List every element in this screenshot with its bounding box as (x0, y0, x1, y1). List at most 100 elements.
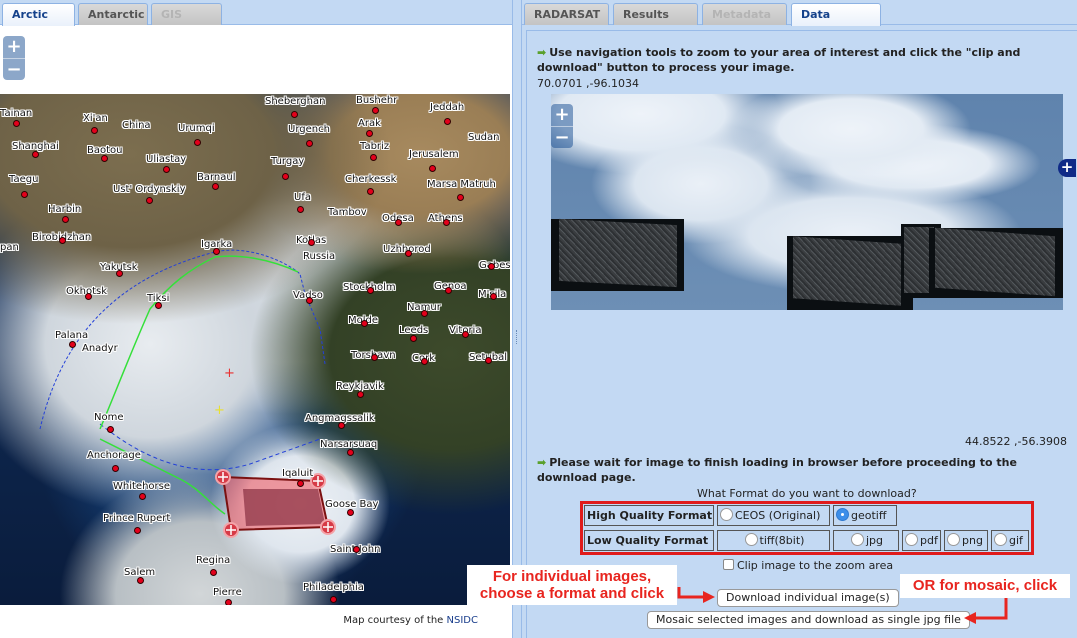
nsidc-link[interactable]: NSIDC (447, 615, 478, 626)
option-gif[interactable]: gif (991, 530, 1029, 551)
city-marker-icon[interactable] (395, 219, 402, 226)
city-marker-icon[interactable] (444, 118, 451, 125)
option-png[interactable]: png (944, 530, 988, 551)
city-marker-icon[interactable] (429, 165, 436, 172)
city-marker-icon[interactable] (421, 358, 428, 365)
panel-splitter[interactable] (512, 0, 522, 638)
option-tiff8bit-label: tiff(8bit) (759, 534, 805, 547)
zoom-in-button[interactable]: + (3, 36, 25, 58)
city-marker-icon[interactable] (13, 120, 20, 127)
city-marker-icon[interactable] (297, 480, 304, 487)
city-marker-icon[interactable] (155, 302, 162, 309)
city-marker-icon[interactable] (101, 155, 108, 162)
download-individual-button[interactable]: Download individual image(s) (717, 589, 899, 607)
radio-geotiff[interactable] (836, 508, 849, 521)
expand-layer-switcher-icon[interactable]: + (1058, 159, 1076, 177)
city-marker-icon[interactable] (488, 263, 495, 270)
city-marker-icon[interactable] (134, 527, 141, 534)
city-marker-icon[interactable] (308, 239, 315, 246)
city-marker-icon[interactable] (306, 297, 313, 304)
city-marker-icon[interactable] (353, 546, 360, 553)
city-marker-icon[interactable] (21, 191, 28, 198)
city-marker-icon[interactable] (210, 569, 217, 576)
city-marker-icon[interactable] (212, 183, 219, 190)
city-marker-icon[interactable] (443, 219, 450, 226)
city-marker-icon[interactable] (357, 391, 364, 398)
sar-image-tile[interactable] (929, 227, 1063, 298)
city-marker-icon[interactable] (347, 449, 354, 456)
splitter-grip-icon[interactable] (516, 330, 518, 344)
city-marker-icon[interactable] (462, 331, 469, 338)
polygon-vertex-handle (223, 522, 239, 538)
city-marker-icon[interactable] (59, 237, 66, 244)
city-marker-icon[interactable] (62, 216, 69, 223)
tab-radarsat[interactable]: RADARSAT (524, 3, 609, 25)
city-marker-icon[interactable] (213, 248, 220, 255)
map-zoom-control: + − (3, 36, 25, 80)
zoom-out-button[interactable]: − (3, 58, 25, 80)
city-marker-icon[interactable] (297, 206, 304, 213)
city-marker-icon[interactable] (291, 111, 298, 118)
city-marker-icon[interactable] (338, 422, 345, 429)
option-jpg[interactable]: jpg (833, 530, 899, 551)
city-marker-icon[interactable] (137, 577, 144, 584)
city-label: Iqaluit (282, 468, 314, 479)
radio-jpg[interactable] (850, 533, 864, 546)
clip-option[interactable]: Clip image to the zoom area (723, 559, 893, 572)
city-marker-icon[interactable] (69, 341, 76, 348)
city-marker-icon[interactable] (163, 166, 170, 173)
clip-checkbox[interactable] (723, 559, 734, 570)
city-marker-icon[interactable] (139, 493, 146, 500)
city-marker-icon[interactable] (405, 250, 412, 257)
city-marker-icon[interactable] (366, 130, 373, 137)
option-tiff8bit[interactable]: tiff(8bit) (717, 530, 830, 551)
option-geotiff[interactable]: geotiff (833, 505, 897, 526)
city-marker-icon[interactable] (112, 465, 119, 472)
sar-image-tile[interactable] (787, 236, 913, 310)
tab-results[interactable]: Results (613, 3, 698, 25)
high-quality-label: High Quality Format (584, 505, 714, 526)
format-question: What Format do you want to download? (697, 487, 917, 500)
city-marker-icon[interactable] (361, 320, 368, 327)
city-marker-icon[interactable] (85, 293, 92, 300)
city-marker-icon[interactable] (282, 173, 289, 180)
city-marker-icon[interactable] (372, 107, 379, 114)
sar-image-tile[interactable] (551, 218, 684, 291)
preview-zoom-out-button[interactable]: − (551, 126, 573, 148)
city-marker-icon[interactable] (306, 140, 313, 147)
option-pdf[interactable]: pdf (902, 530, 941, 551)
tab-data[interactable]: Data (791, 3, 881, 26)
radio-ceos[interactable] (720, 508, 733, 521)
city-marker-icon[interactable] (116, 270, 123, 277)
city-marker-icon[interactable] (146, 197, 153, 204)
city-marker-icon[interactable] (367, 188, 374, 195)
city-marker-icon[interactable] (32, 151, 39, 158)
city-marker-icon[interactable] (107, 426, 114, 433)
radio-gif[interactable] (994, 533, 1007, 546)
radio-tiff8bit[interactable] (744, 533, 758, 546)
radio-pdf[interactable] (905, 533, 918, 546)
option-ceos[interactable]: CEOS (Original) (717, 505, 830, 526)
city-marker-icon[interactable] (91, 127, 98, 134)
city-marker-icon[interactable] (410, 335, 417, 342)
city-marker-icon[interactable] (457, 194, 464, 201)
city-marker-icon[interactable] (445, 287, 452, 294)
tab-arctic[interactable]: Arctic (2, 3, 75, 26)
city-marker-icon[interactable] (367, 287, 374, 294)
arctic-map[interactable]: + + Tainan Xi'an China Urumqi Shanghai Baotou… (0, 94, 510, 605)
preview-zoom-in-button[interactable]: + (551, 104, 573, 126)
tab-antarctic[interactable]: Antarctic (78, 3, 148, 25)
city-marker-icon[interactable] (194, 139, 201, 146)
mosaic-download-button[interactable]: Mosaic selected images and download as s… (647, 611, 970, 629)
city-marker-icon[interactable] (371, 354, 378, 361)
city-marker-icon[interactable] (370, 154, 377, 161)
city-marker-icon[interactable] (330, 596, 337, 603)
city-label: Regina (196, 555, 231, 566)
preview-map[interactable]: + − (551, 94, 1063, 310)
city-marker-icon[interactable] (421, 310, 428, 317)
city-marker-icon[interactable] (485, 357, 492, 364)
city-marker-icon[interactable] (225, 599, 232, 605)
city-marker-icon[interactable] (490, 293, 497, 300)
city-marker-icon[interactable] (347, 509, 354, 516)
radio-png[interactable] (947, 533, 960, 546)
